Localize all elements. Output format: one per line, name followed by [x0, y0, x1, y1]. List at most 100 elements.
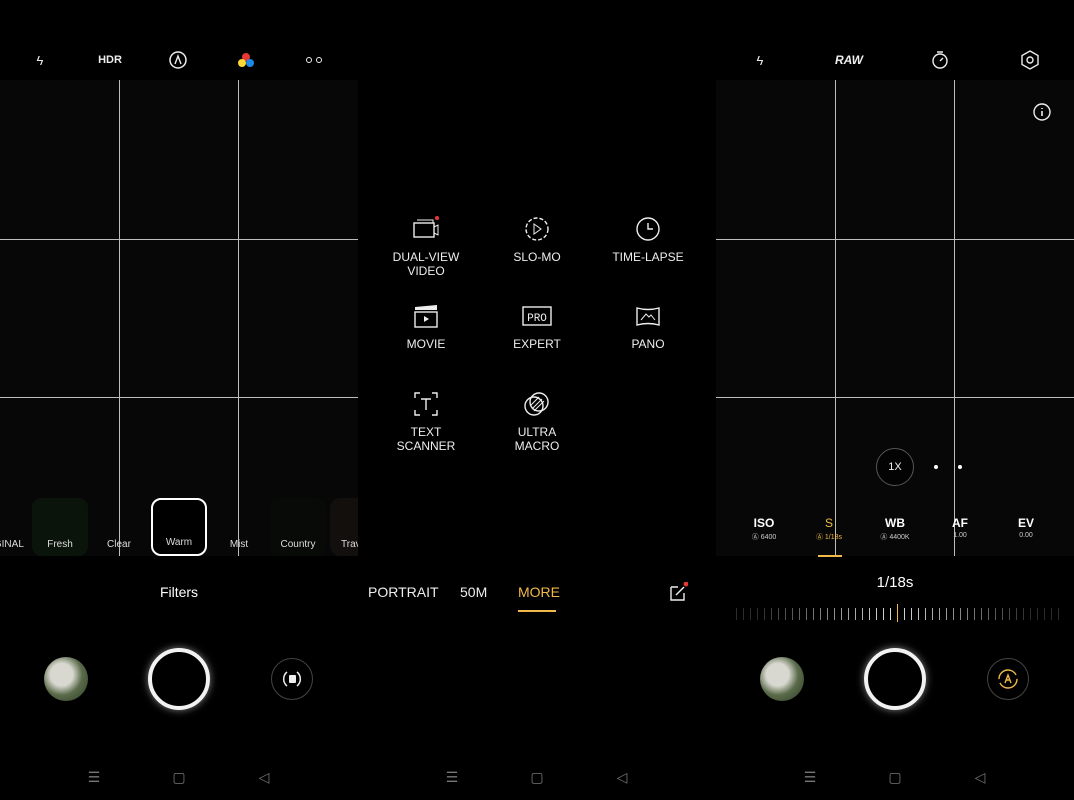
- pano-icon: [636, 307, 660, 326]
- slider-tick: [911, 608, 912, 620]
- menu-icon[interactable]: ☰: [84, 768, 104, 786]
- hdr-icon[interactable]: HDR: [98, 48, 122, 72]
- slider-tick: [1051, 608, 1052, 620]
- gallery-thumbnail[interactable]: [44, 657, 88, 701]
- slider-tick: [974, 608, 975, 620]
- back-icon[interactable]: ◁: [970, 768, 990, 786]
- slider-tick: [988, 608, 989, 620]
- filter-travel[interactable]: Travel: [330, 498, 358, 556]
- viewfinder[interactable]: [0, 80, 358, 556]
- slider-tick: [946, 608, 947, 620]
- filter-clear[interactable]: Clear: [91, 498, 147, 556]
- viewfinder[interactable]: 1X: [716, 80, 1074, 556]
- switch-camera-icon: [282, 671, 302, 687]
- menu-icon[interactable]: ☰: [800, 768, 820, 786]
- slider-tick: [799, 608, 800, 620]
- flash-off-icon[interactable]: ϟ: [748, 48, 772, 72]
- slo-mo-icon: [525, 217, 549, 241]
- slider-tick: [1044, 608, 1045, 620]
- more-modes-screen: DUAL-VIEW VIDEO SLO-MO TIME-LAPSE MOVIE …: [358, 0, 716, 800]
- slider-tick: [785, 608, 786, 620]
- mode-50m[interactable]: 50M: [460, 584, 487, 600]
- slider-tick: [736, 608, 737, 620]
- slider-tick: [981, 608, 982, 620]
- mode-expert[interactable]: PRO EXPERT: [492, 303, 582, 351]
- slider-tick: [1002, 608, 1003, 620]
- filter-country[interactable]: Country: [270, 498, 326, 556]
- auto-reset-icon: [998, 669, 1018, 689]
- back-icon[interactable]: ◁: [254, 768, 274, 786]
- home-icon[interactable]: ▢: [885, 768, 905, 786]
- shutter-button[interactable]: [864, 648, 926, 710]
- mode-pano[interactable]: PANO: [603, 303, 693, 351]
- slider-tick: [904, 608, 905, 620]
- mode-time-lapse[interactable]: TIME-LAPSE: [603, 216, 693, 264]
- edit-modes-icon[interactable]: [668, 582, 688, 602]
- mode-ultra-macro[interactable]: ULTRA MACRO: [492, 391, 582, 453]
- mode-text-scanner[interactable]: TEXT SCANNER: [381, 391, 471, 453]
- settings-icon[interactable]: [1018, 48, 1042, 72]
- flash-off-icon[interactable]: ϟ: [28, 48, 52, 72]
- color-filter-icon[interactable]: [234, 48, 258, 72]
- slider-tick: [1037, 608, 1038, 620]
- shutter-slider[interactable]: [736, 604, 1059, 624]
- svg-text:PRO: PRO: [527, 313, 547, 325]
- mode-portrait[interactable]: PORTRAIT: [368, 584, 439, 600]
- zoom-button[interactable]: 1X: [876, 448, 914, 486]
- slider-tick: [995, 608, 996, 620]
- slider-tick: [855, 608, 856, 620]
- slider-tick: [960, 608, 961, 620]
- slider-tick: [841, 608, 842, 620]
- param-wb[interactable]: WB Ⓐ 4400K: [870, 516, 920, 542]
- mode-more[interactable]: MORE: [518, 584, 560, 600]
- slider-tick: [778, 608, 779, 620]
- slider-tick: [757, 608, 758, 620]
- slider-tick: [750, 608, 751, 620]
- slider-tick: [771, 608, 772, 620]
- param-ev[interactable]: EV 0.00: [1001, 516, 1051, 539]
- slider-tick: [764, 608, 765, 620]
- shutter-value: 1/18s: [876, 574, 914, 591]
- slider-tick: [925, 608, 926, 620]
- slider-tick: [939, 608, 940, 620]
- mode-dual-view-video[interactable]: DUAL-VIEW VIDEO: [381, 216, 471, 278]
- param-iso[interactable]: ISO Ⓐ 6400: [739, 516, 789, 542]
- macro-icon: [524, 392, 549, 416]
- slider-tick: [932, 608, 933, 620]
- shutter-button[interactable]: [148, 648, 210, 710]
- auto-icon[interactable]: [166, 48, 190, 72]
- home-icon[interactable]: ▢: [527, 768, 547, 786]
- slider-tick: [743, 608, 744, 620]
- timer-icon[interactable]: [928, 48, 952, 72]
- back-icon[interactable]: ◁: [612, 768, 632, 786]
- slider-tick: [953, 608, 954, 620]
- slider-tick: [1023, 608, 1024, 620]
- param-shutter[interactable]: S Ⓐ 1/18s: [804, 516, 854, 542]
- slider-tick: [862, 608, 863, 620]
- switch-camera-button[interactable]: [271, 658, 313, 700]
- mode-slo-mo[interactable]: SLO-MO: [492, 216, 582, 264]
- home-icon[interactable]: ▢: [169, 768, 189, 786]
- filter-original[interactable]: ORIGINAL: [0, 498, 28, 556]
- slider-tick: [890, 608, 891, 620]
- slider-current-tick: [897, 604, 898, 622]
- raw-toggle[interactable]: RAW: [834, 48, 864, 72]
- menu-icon[interactable]: ☰: [442, 768, 462, 786]
- filter-warm[interactable]: Warm: [151, 498, 207, 556]
- zoom-dot[interactable]: [934, 465, 938, 469]
- slider-tick: [1058, 608, 1059, 620]
- mode-movie[interactable]: MOVIE: [381, 303, 471, 351]
- active-param-indicator: [818, 555, 842, 557]
- slider-tick: [876, 608, 877, 620]
- zoom-dot[interactable]: [958, 465, 962, 469]
- gallery-thumbnail[interactable]: [760, 657, 804, 701]
- slider-tick: [834, 608, 835, 620]
- info-icon[interactable]: [1032, 102, 1052, 122]
- filter-mist[interactable]: Mist: [211, 498, 267, 556]
- auto-reset-button[interactable]: [987, 658, 1029, 700]
- dual-view-icon: [413, 216, 439, 238]
- param-af[interactable]: AF 1.00: [935, 516, 985, 539]
- filter-fresh[interactable]: Fresh: [32, 498, 88, 556]
- more-icon[interactable]: [302, 48, 326, 72]
- slider-tick: [883, 608, 884, 620]
